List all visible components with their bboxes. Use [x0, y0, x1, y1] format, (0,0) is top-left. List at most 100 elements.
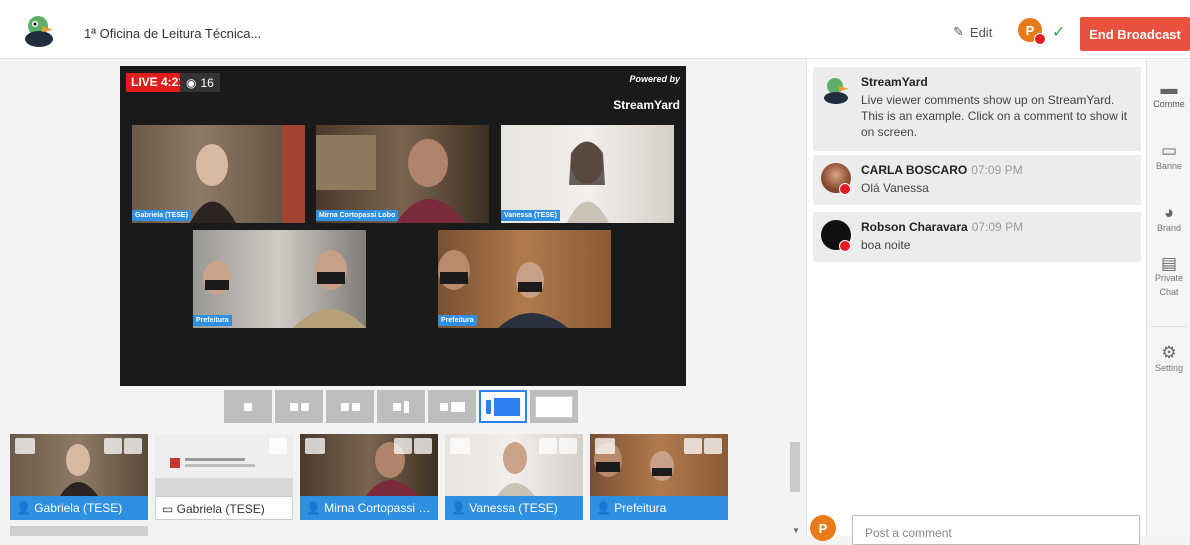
rail-divider — [1151, 326, 1187, 327]
edit-button[interactable]: ✎ Edit — [953, 24, 992, 40]
palette-icon: ◕ — [1163, 203, 1175, 222]
tile-label[interactable]: 👤 Gabriela (TESE) — [10, 496, 148, 520]
youtube-icon — [1034, 33, 1046, 45]
edit-label: Edit — [969, 24, 993, 40]
participant-video — [190, 125, 305, 223]
rail-label: Setting — [1154, 363, 1184, 373]
rail-brand[interactable]: ◕ Brand — [1147, 203, 1190, 233]
layout-cropped-button[interactable] — [275, 390, 323, 423]
rail-private-chat[interactable]: ▤ Private Chat — [1147, 257, 1190, 299]
comment-author: Robson Charavara — [861, 220, 968, 234]
microphone-icon[interactable] — [104, 438, 122, 454]
rail-label: Comme — [1153, 99, 1185, 109]
tile-label[interactable]: 👤 Prefeitura — [590, 496, 728, 520]
backstage-tile-partial[interactable] — [10, 526, 148, 536]
backstage-tile[interactable]: ▭ Gabriela (TESE) — [155, 434, 293, 520]
layout-screen-button[interactable] — [428, 390, 476, 423]
backstage-tile[interactable]: 👤 Prefeitura — [590, 434, 728, 520]
backstage-tile[interactable]: 👤 Gabriela (TESE) — [10, 434, 148, 520]
tile-label[interactable]: 👤 Mirna Cortopassi L... — [300, 496, 438, 520]
person-icon — [300, 402, 309, 411]
post-comment-input[interactable]: Post a comment — [852, 515, 1140, 545]
screen-icon — [494, 397, 520, 416]
person-icon — [305, 438, 325, 454]
comments-panel: StreamYard Live viewer comments show up … — [806, 59, 1146, 536]
rail-label: Brand — [1156, 223, 1182, 233]
backstage-scrollbar[interactable] — [789, 430, 801, 536]
backstage-tile[interactable]: 👤 Mirna Cortopassi L... — [300, 434, 438, 520]
rail-comments[interactable]: ▬ Comme — [1147, 79, 1190, 109]
broadcast-title[interactable]: 1ª Oficina de Leitura Técnica... — [84, 26, 261, 41]
stage-participant[interactable]: Vanessa (TESE) — [501, 125, 674, 223]
more-options-icon[interactable] — [124, 438, 142, 454]
person-icon — [595, 438, 615, 454]
microphone-icon[interactable] — [539, 438, 557, 454]
participant-video — [438, 250, 568, 328]
more-options-icon[interactable] — [269, 438, 287, 454]
person-icon — [450, 438, 470, 454]
layout-fullscreen-button[interactable] — [530, 390, 578, 423]
layout-leader-button[interactable] — [377, 390, 425, 423]
microphone-icon[interactable] — [684, 438, 702, 454]
youtube-icon — [839, 183, 851, 195]
scroll-down-icon[interactable]: ▼ — [792, 526, 800, 535]
more-options-icon[interactable] — [559, 438, 577, 454]
rail-banners[interactable]: ▭ Banne — [1147, 141, 1190, 171]
more-options-icon[interactable] — [414, 438, 432, 454]
tile-label[interactable]: 👤 Vanessa (TESE) — [445, 496, 583, 520]
person-icon — [404, 400, 409, 413]
person-icon — [289, 402, 298, 411]
comment-text: Olá Vanessa — [861, 181, 929, 195]
stage-participant[interactable]: Prefeitura — [193, 230, 366, 328]
tile-label-text: Gabriela (TESE) — [34, 501, 123, 515]
comment-author-line: CARLA BOSCARO 07:09 PM — [861, 163, 1133, 177]
viewer-count: ◉ 16 — [180, 73, 220, 92]
comment-author: StreamYard — [861, 75, 928, 89]
powered-by-brand: StreamYard — [613, 98, 680, 112]
stage-participant[interactable]: Gabriela (TESE) — [132, 125, 305, 223]
participant-video — [203, 250, 366, 328]
more-options-icon[interactable] — [704, 438, 722, 454]
comment-icon: ▬ — [1160, 79, 1178, 98]
comment-author-line: Robson Charavara 07:09 PM — [861, 220, 1133, 234]
scrollbar-thumb[interactable] — [790, 442, 800, 492]
layout-group-button[interactable] — [326, 390, 374, 423]
comment-item[interactable]: CARLA BOSCARO 07:09 PM Olá Vanessa — [813, 155, 1141, 205]
microphone-icon[interactable] — [394, 438, 412, 454]
person-icon — [340, 402, 349, 411]
side-rail: ▬ Comme ▭ Banne ◕ Brand ▤ Private Chat ⚙ Sett… — [1146, 59, 1190, 536]
top-bar: 1ª Oficina de Leitura Técnica... ✎ Edit … — [0, 0, 1190, 59]
participant-label: Prefeitura — [193, 315, 232, 326]
stage-participant[interactable]: Prefeitura — [438, 230, 611, 328]
participant-label: Gabriela (TESE) — [132, 210, 191, 221]
comment-item[interactable]: StreamYard Live viewer comments show up … — [813, 67, 1141, 151]
end-broadcast-button[interactable]: End Broadcast — [1080, 17, 1190, 51]
comment-time: 07:09 PM — [971, 163, 1023, 177]
rail-label: Private Chat — [1154, 273, 1183, 297]
person-icon — [15, 438, 35, 454]
tile-label-text: Vanessa (TESE) — [469, 501, 558, 515]
participant-label: Prefeitura — [438, 315, 477, 326]
person-icon — [393, 402, 401, 411]
tile-label-text: Prefeitura — [614, 501, 667, 515]
tile-label[interactable]: ▭ Gabriela (TESE) — [155, 496, 293, 520]
comment-item[interactable]: Robson Charavara 07:09 PM boa noite — [813, 212, 1141, 262]
layout-pip-button[interactable] — [479, 390, 527, 423]
layout-selector — [224, 390, 578, 423]
person-icon — [244, 402, 252, 411]
participant-label: Mirna Cortopassi Lobo — [316, 210, 399, 221]
eye-icon: ◉ — [186, 75, 197, 90]
layout-solo-button[interactable] — [224, 390, 272, 423]
stage-participant[interactable]: Mirna Cortopassi Lobo — [316, 125, 489, 223]
streamyard-logo[interactable] — [20, 12, 56, 48]
backstage-tile[interactable]: 👤 Vanessa (TESE) — [445, 434, 583, 520]
comment-text: boa noite — [861, 238, 911, 252]
person-icon — [439, 402, 448, 411]
screen-icon — [535, 395, 573, 418]
rail-settings[interactable]: ⚙ Setting — [1147, 343, 1190, 373]
pencil-icon: ✎ — [953, 24, 964, 39]
user-avatar: P — [810, 515, 836, 541]
person-icon — [486, 399, 491, 414]
youtube-icon — [839, 240, 851, 252]
gear-icon: ⚙ — [1161, 343, 1177, 362]
